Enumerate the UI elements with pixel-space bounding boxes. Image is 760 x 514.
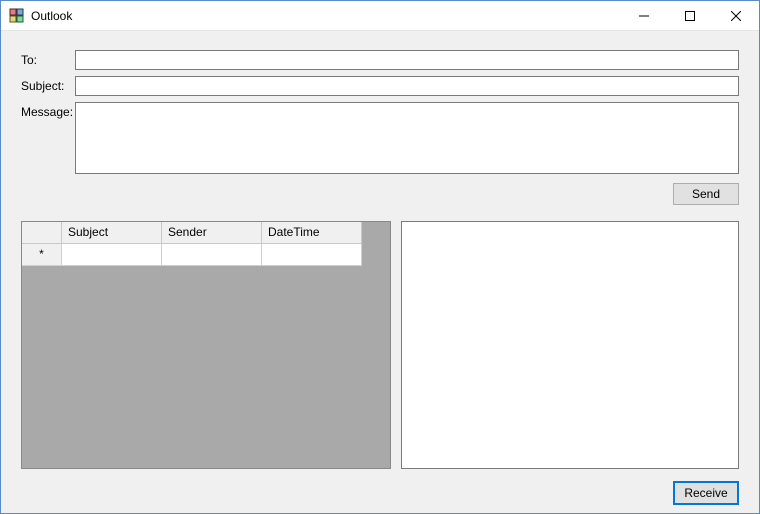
preview-pane (401, 221, 739, 469)
titlebar[interactable]: Outlook (1, 1, 759, 31)
message-label: Message: (21, 105, 73, 119)
receive-button[interactable]: Receive (673, 481, 739, 505)
send-button[interactable]: Send (673, 183, 739, 205)
grid-corner[interactable] (22, 222, 62, 244)
messages-grid[interactable]: Subject Sender DateTime * (21, 221, 391, 469)
maximize-button[interactable] (667, 1, 713, 31)
to-input[interactable] (75, 50, 739, 70)
to-label: To: (21, 53, 37, 67)
grid-header-row: Subject Sender DateTime (22, 222, 390, 244)
subject-input[interactable] (75, 76, 739, 96)
column-header-datetime[interactable]: DateTime (262, 222, 362, 244)
client-area: To: Subject: Message: Send Subject Sende… (1, 31, 759, 513)
minimize-button[interactable] (621, 1, 667, 31)
subject-label: Subject: (21, 79, 64, 93)
window-title: Outlook (31, 9, 72, 23)
column-header-sender[interactable]: Sender (162, 222, 262, 244)
grid-new-row[interactable]: * (22, 244, 390, 266)
app-icon (9, 8, 25, 24)
close-button[interactable] (713, 1, 759, 31)
app-window: Outlook To: Subject: Message: Send (0, 0, 760, 514)
column-header-subject[interactable]: Subject (62, 222, 162, 244)
grid-cell[interactable] (262, 244, 362, 266)
grid-cell[interactable] (62, 244, 162, 266)
message-textarea[interactable] (75, 102, 739, 174)
grid-cell[interactable] (162, 244, 262, 266)
new-row-indicator: * (22, 244, 62, 266)
